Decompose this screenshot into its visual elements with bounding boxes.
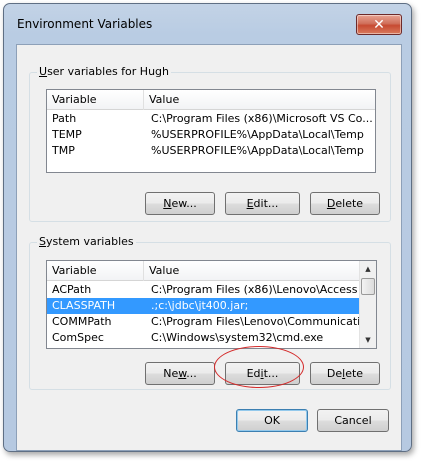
vertical-scrollbar[interactable]: ▲ ▼ xyxy=(359,261,376,348)
user-variables-label: User variables for Hugh xyxy=(37,65,172,78)
variable-value: %USERPROFILE%\AppData\Local\Temp xyxy=(151,128,364,141)
button-label: Edit... xyxy=(246,367,279,380)
list-item[interactable]: COMMPath C:\Program Files\Lenovo\Communi… xyxy=(47,314,361,330)
user-delete-button[interactable]: Delete xyxy=(310,192,380,215)
ok-button[interactable]: OK xyxy=(236,409,308,432)
system-variables-group: System variables Variable Value ACPath C… xyxy=(29,235,391,390)
close-icon: ✕ xyxy=(373,16,385,33)
list-item-selected[interactable]: CLASSPATH .;c:\jdbc\jt400.jar; xyxy=(47,298,361,314)
variable-name: TEMP xyxy=(52,128,82,141)
variable-name: COMMPath xyxy=(52,315,112,328)
column-header-variable[interactable]: Variable xyxy=(47,261,144,281)
variable-value: %USERPROFILE%\AppData\Local\Temp xyxy=(151,144,364,157)
user-variables-group: User variables for Hugh Variable Value P… xyxy=(29,65,391,222)
button-label: New... xyxy=(163,367,197,380)
cancel-button[interactable]: Cancel xyxy=(317,409,389,432)
list-item[interactable]: TEMP %USERPROFILE%\AppData\Local\Temp xyxy=(47,127,375,143)
button-label: New... xyxy=(163,197,197,210)
button-label: Edit... xyxy=(246,197,279,210)
system-edit-button[interactable]: Edit... xyxy=(225,362,300,385)
user-variables-list[interactable]: Variable Value Path C:\Program Files (x8… xyxy=(46,89,376,173)
list-item[interactable]: ACPath C:\Program Files (x86)\Lenovo\Acc… xyxy=(47,282,361,298)
button-label: OK xyxy=(264,414,280,427)
variable-name: ComSpec xyxy=(52,331,104,344)
column-header-value[interactable]: Value xyxy=(144,261,361,281)
variable-value: C:\Program Files (x86)\Microsoft VS Co..… xyxy=(151,112,373,125)
button-label: Cancel xyxy=(334,414,372,427)
button-label: Delete xyxy=(326,367,364,380)
window-title: Environment Variables xyxy=(17,17,153,31)
variable-name: CLASSPATH xyxy=(52,299,116,312)
list-item[interactable]: ComSpec C:\Windows\system32\cmd.exe xyxy=(47,330,361,346)
variable-value: .;c:\jdbc\jt400.jar; xyxy=(151,299,249,312)
user-edit-button[interactable]: Edit... xyxy=(225,192,300,215)
user-variables-header: Variable Value xyxy=(47,90,375,110)
scroll-thumb[interactable] xyxy=(361,278,375,295)
system-variables-header: Variable Value xyxy=(47,261,361,281)
scroll-up-icon[interactable]: ▲ xyxy=(360,261,376,277)
variable-name: ACPath xyxy=(52,283,92,296)
list-item[interactable]: TMP %USERPROFILE%\AppData\Local\Temp xyxy=(47,143,375,159)
variable-name: Path xyxy=(52,112,77,125)
variable-name: TMP xyxy=(52,144,75,157)
close-button[interactable]: ✕ xyxy=(356,14,402,35)
variable-value: C:\Program Files\Lenovo\Communicatio... xyxy=(151,315,359,328)
scroll-down-icon[interactable]: ▼ xyxy=(360,332,376,348)
system-new-button[interactable]: New... xyxy=(145,362,215,385)
variable-value: C:\Program Files (x86)\Lenovo\Access ... xyxy=(151,283,359,296)
variable-value: C:\Windows\system32\cmd.exe xyxy=(151,331,324,344)
system-variables-list[interactable]: Variable Value ACPath C:\Program Files (… xyxy=(46,260,377,349)
system-delete-button[interactable]: Delete xyxy=(310,362,380,385)
dialog-client-area: User variables for Hugh Variable Value P… xyxy=(16,44,402,451)
list-item[interactable]: Path C:\Program Files (x86)\Microsoft VS… xyxy=(47,111,375,127)
column-header-value[interactable]: Value xyxy=(144,90,375,110)
environment-variables-dialog: Environment Variables ✕ User variables f… xyxy=(3,3,412,452)
system-variables-label: System variables xyxy=(37,235,136,248)
column-header-variable[interactable]: Variable xyxy=(47,90,144,110)
user-new-button[interactable]: New... xyxy=(145,192,215,215)
button-label: Delete xyxy=(326,197,364,210)
